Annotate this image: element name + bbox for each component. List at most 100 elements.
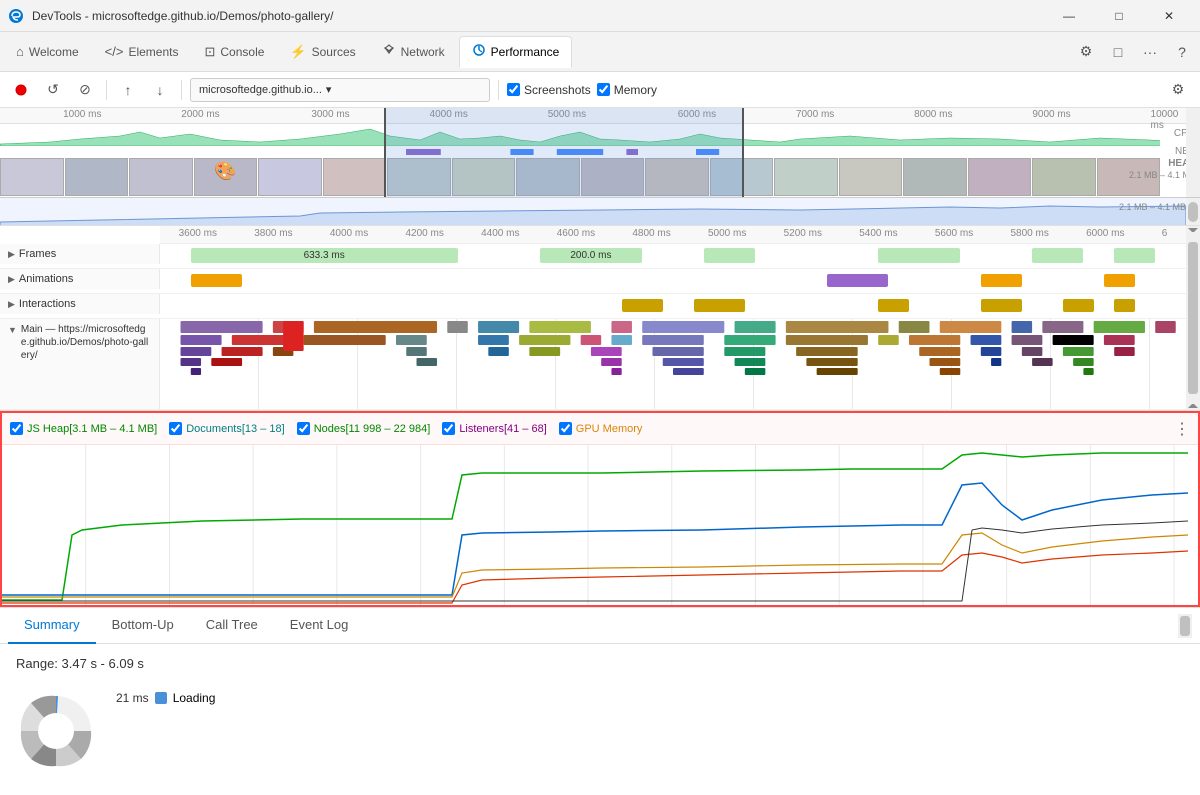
- screenshot-thumb: [968, 158, 1032, 196]
- timeline-overview[interactable]: 1000 ms 2000 ms 3000 ms 4000 ms 5000 ms …: [0, 108, 1200, 198]
- memory-checkbox[interactable]: [597, 83, 610, 96]
- tab-network[interactable]: Network: [370, 36, 457, 68]
- frame-bar-4: [878, 248, 960, 263]
- tab-bottom-up[interactable]: Bottom-Up: [96, 608, 190, 644]
- heap-scrollbar[interactable]: [1186, 198, 1200, 225]
- screenshot-thumb: 🎨: [194, 158, 258, 196]
- tab-summary[interactable]: Summary: [8, 608, 96, 644]
- frames-track-content: 633.3 ms 200.0 ms: [160, 244, 1186, 268]
- settings-icon[interactable]: ⚙: [1072, 38, 1100, 66]
- interactions-track-row: ▶ Interactions: [0, 294, 1200, 319]
- help-icon[interactable]: ?: [1168, 38, 1196, 66]
- interactions-track-name[interactable]: ▶ Interactions: [0, 294, 160, 314]
- clear-button[interactable]: ⊘: [72, 77, 98, 103]
- animations-label: Animations: [19, 273, 73, 285]
- scroll-thumb[interactable]: [1188, 242, 1198, 394]
- more-settings-icon[interactable]: ⚙: [1164, 76, 1192, 104]
- tab-console[interactable]: ⊡ Console: [192, 36, 276, 68]
- bottom-scrollbar[interactable]: [1178, 614, 1192, 638]
- anim-bar-2: [827, 274, 889, 287]
- tab-sources-label: Sources: [312, 45, 356, 59]
- bottom-panel: Summary Bottom-Up Call Tree Event Log Ra…: [0, 607, 1200, 791]
- sub-mark: 4400 ms: [481, 228, 519, 239]
- anim-bar-1: [191, 274, 242, 287]
- screenshot-thumb: [774, 158, 838, 196]
- animations-track-name[interactable]: ▶ Animations: [0, 269, 160, 289]
- ruler-7000: 7000 ms: [796, 109, 834, 120]
- gpu-toggle[interactable]: GPU Memory: [559, 422, 643, 435]
- tab-welcome-label: Welcome: [29, 45, 79, 59]
- nodes-toggle[interactable]: Nodes[11 998 – 22 984]: [297, 422, 431, 435]
- documents-toggle[interactable]: Documents[13 – 18]: [169, 422, 284, 435]
- main-label: Main — https://microsoftedge.github.io/D…: [21, 323, 151, 362]
- heap-scroll-thumb: [1188, 202, 1198, 222]
- tab-elements-label: Elements: [128, 45, 178, 59]
- jsheap-checkbox[interactable]: [10, 422, 23, 435]
- tab-event-log[interactable]: Event Log: [274, 608, 365, 644]
- overview-scrollbar[interactable]: [1186, 108, 1200, 197]
- scroll-up-arrow[interactable]: [1188, 228, 1198, 238]
- listeners-toggle[interactable]: Listeners[41 – 68]: [442, 422, 546, 435]
- overview-ruler: 1000 ms 2000 ms 3000 ms 4000 ms 5000 ms …: [0, 108, 1186, 124]
- close-button[interactable]: ✕: [1146, 0, 1192, 32]
- sub-mark: 5800 ms: [1011, 228, 1049, 239]
- frames-track-name[interactable]: ▶ Frames: [0, 244, 160, 264]
- screenshots-checkbox[interactable]: [507, 83, 520, 96]
- ruler-4000: 4000 ms: [430, 109, 468, 120]
- tab-performance-label: Performance: [491, 45, 560, 59]
- record-button[interactable]: [8, 77, 34, 103]
- gpu-checkbox[interactable]: [559, 422, 572, 435]
- gpu-label: GPU Memory: [576, 423, 643, 435]
- screenshots-toggle[interactable]: Screenshots: [507, 83, 591, 97]
- maximize-button[interactable]: □: [1096, 0, 1142, 32]
- screenshots-label: Screenshots: [524, 83, 591, 97]
- memory-menu-icon[interactable]: ⋮: [1174, 419, 1190, 439]
- url-text: microsoftedge.github.io...: [199, 84, 322, 96]
- timeline-scrollbar[interactable]: [1186, 226, 1200, 410]
- reload-record-button[interactable]: ↺: [40, 77, 66, 103]
- jsheap-toggle[interactable]: JS Heap[3.1 MB – 4.1 MB]: [10, 422, 157, 435]
- documents-checkbox[interactable]: [169, 422, 182, 435]
- tab-network-label: Network: [401, 45, 445, 59]
- frames-label: Frames: [19, 248, 56, 260]
- interactions-arrow: ▶: [8, 299, 15, 310]
- screenshot-thumb: [0, 158, 64, 196]
- memory-chart-svg: [2, 445, 1198, 605]
- ruler-3000: 3000 ms: [311, 109, 349, 120]
- bottom-content: Range: 3.47 s - 6.09 s: [0, 644, 1200, 791]
- elements-icon: </>: [105, 44, 124, 59]
- frame-bar-5: [1032, 248, 1083, 263]
- memory-toggle[interactable]: Memory: [597, 83, 657, 97]
- screenshot-thumb: [323, 158, 387, 196]
- sub-ruler: 3600 ms 3800 ms 4000 ms 4200 ms 4400 ms …: [160, 226, 1186, 244]
- tab-sources[interactable]: ⚡ Sources: [278, 36, 367, 68]
- heap-label-right: 2.1 MB – 4.1 MB: [1119, 202, 1186, 212]
- scroll-down-arrow[interactable]: [1188, 398, 1198, 408]
- bottom-scroll-thumb: [1180, 616, 1190, 636]
- anim-bar-4: [1104, 274, 1135, 287]
- call-tree-tab-label: Call Tree: [206, 617, 258, 632]
- dropdown-icon: ▾: [326, 83, 332, 96]
- screenshot-thumb: [129, 158, 193, 196]
- minimize-button[interactable]: —: [1046, 0, 1092, 32]
- tab-performance[interactable]: Performance: [459, 36, 573, 68]
- memory-chart: [2, 445, 1198, 605]
- tab-elements[interactable]: </> Elements: [93, 36, 191, 68]
- more-icon[interactable]: ···: [1136, 38, 1164, 66]
- download-button[interactable]: ↓: [147, 77, 173, 103]
- animations-arrow: ▶: [8, 274, 15, 285]
- tab-call-tree[interactable]: Call Tree: [190, 608, 274, 644]
- device-icon[interactable]: □: [1104, 38, 1132, 66]
- net-track: NET: [0, 146, 1160, 158]
- main-track-name[interactable]: ▼ Main — https://microsoftedge.github.io…: [0, 319, 160, 409]
- screenshot-thumb: [1032, 158, 1096, 196]
- bottom-up-tab-label: Bottom-Up: [112, 617, 174, 632]
- listeners-label: Listeners[41 – 68]: [459, 423, 546, 435]
- listeners-checkbox[interactable]: [442, 422, 455, 435]
- nodes-checkbox[interactable]: [297, 422, 310, 435]
- tab-welcome[interactable]: ⌂ Welcome: [4, 36, 91, 68]
- main-track-content: [160, 319, 1186, 409]
- ruler-8000: 8000 ms: [914, 109, 952, 120]
- ruler-marks: 1000 ms 2000 ms 3000 ms 4000 ms 5000 ms …: [4, 109, 1186, 123]
- upload-button[interactable]: ↑: [115, 77, 141, 103]
